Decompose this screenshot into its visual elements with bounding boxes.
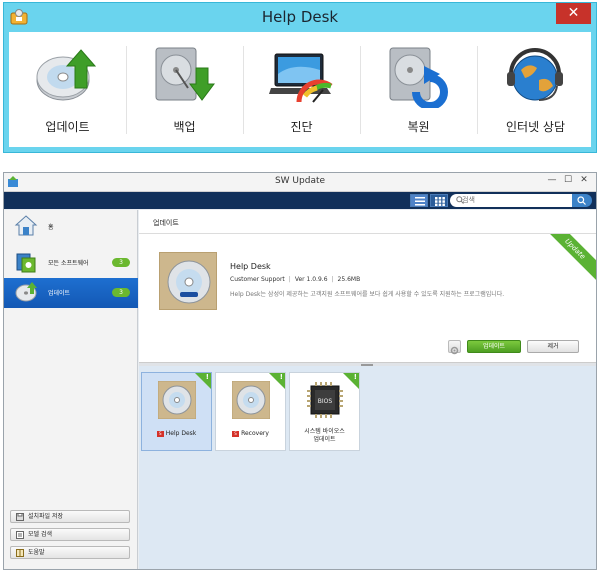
sidebar-item-update[interactable]: 업데이트 3 xyxy=(4,278,138,308)
software-card-bios[interactable]: BIOS ! 시스템 바이오스 업데이트 xyxy=(289,372,360,451)
maximize-button[interactable]: ☐ xyxy=(560,175,576,185)
laptop-gauge-icon xyxy=(269,53,333,103)
grid-view-icon xyxy=(435,197,445,206)
samsung-badge-icon: S xyxy=(232,430,240,437)
update-ribbon: Update xyxy=(538,234,596,286)
window-controls: — ☐ ✕ xyxy=(544,175,592,185)
remove-button[interactable]: 제거 xyxy=(527,340,579,353)
sw-update-window: SW Update — ☐ ✕ 검색 홈 모든 소프트웨어 3 업데이트 3 설… xyxy=(3,172,597,570)
helpdesk-tile-panel: 업데이트 백업 진단 복원 인터넷 상담 xyxy=(9,32,591,147)
tile-restore[interactable]: 복원 xyxy=(360,32,477,147)
sidebar-item-home[interactable]: 홈 xyxy=(4,212,138,242)
update-exclamation-icon: ! xyxy=(353,373,357,381)
card-caption: S Recovery xyxy=(216,430,285,438)
grid-view-button[interactable] xyxy=(430,194,448,207)
main-panel: 업데이트 Help Desk Customer Support | Ver 1.0.… xyxy=(139,210,596,569)
tile-diagnose-label: 진단 xyxy=(290,120,313,134)
file-size: 25.6MB xyxy=(337,276,361,283)
card-caption: 시스템 바이오스 업데이트 xyxy=(290,428,359,444)
software-box-icon xyxy=(16,253,36,273)
cd-icon xyxy=(167,260,211,304)
hdd-download-icon xyxy=(155,47,215,101)
sidebar-item-label: 모든 소프트웨어 xyxy=(48,260,89,267)
save-file-icon xyxy=(16,513,24,521)
update-button[interactable]: 업데이트 xyxy=(467,340,521,353)
home-icon xyxy=(14,215,38,236)
software-grid: ! S Help Desk ! S Recovery BIOS ! 시스템 바이… xyxy=(139,366,596,569)
disc-upload-icon xyxy=(36,49,97,101)
main-header-title: 업데이트 xyxy=(153,219,179,227)
hdd-restore-icon xyxy=(389,47,448,108)
sw-toolbar xyxy=(4,192,596,209)
helpdesk-close-button[interactable]: ✕ xyxy=(556,3,591,24)
cd-icon xyxy=(232,381,270,419)
tile-online-consult-label: 인터넷 상담 xyxy=(505,120,565,134)
save-installer-label: 설치파일 저장 xyxy=(28,513,64,520)
search-button[interactable] xyxy=(572,194,592,207)
tile-diagnose[interactable]: 진단 xyxy=(243,32,360,147)
card-label-line2: 업데이트 xyxy=(313,436,336,443)
main-header: 업데이트 xyxy=(139,210,596,234)
search-icon xyxy=(577,196,586,205)
list-view-icon xyxy=(415,197,425,206)
card-label-line1: 시스템 바이오스 xyxy=(304,428,345,435)
help-book-icon xyxy=(16,549,24,557)
update-exclamation-icon: ! xyxy=(279,373,283,381)
model-search-label: 모델 검색 xyxy=(28,531,52,538)
model-search-icon xyxy=(16,531,24,539)
software-name: Help Desk xyxy=(230,262,271,271)
software-meta: Customer Support | Ver 1.0.9.6 | 25.6MB xyxy=(230,276,360,283)
sidebar-item-all-software[interactable]: 모든 소프트웨어 3 xyxy=(4,248,138,278)
sidebar: 홈 모든 소프트웨어 3 업데이트 3 설치파일 저장 모델 검색 도움말 xyxy=(4,210,138,569)
help-label: 도움말 xyxy=(28,549,45,556)
card-caption: S Help Desk xyxy=(142,430,211,438)
meta-separator: | xyxy=(331,276,334,283)
globe-headset-icon xyxy=(507,48,563,101)
helpdesk-titlebar: Help Desk ✕ xyxy=(4,3,596,32)
search-input[interactable] xyxy=(450,194,572,207)
bios-chip-icon: BIOS xyxy=(307,382,343,418)
settings-button[interactable] xyxy=(448,340,461,355)
list-view-button[interactable] xyxy=(410,194,428,207)
version: Ver 1.0.9.6 xyxy=(294,276,328,283)
sidebar-item-label: 홈 xyxy=(48,224,54,231)
model-search-button[interactable]: 모델 검색 xyxy=(10,528,130,541)
meta-separator: | xyxy=(288,276,291,283)
card-label: Help Desk xyxy=(165,430,197,437)
publisher: Customer Support xyxy=(230,276,285,283)
helpdesk-title: Help Desk xyxy=(261,8,339,26)
count-badge: 3 xyxy=(112,288,130,297)
tile-backup-label: 백업 xyxy=(173,120,196,134)
software-card-helpdesk[interactable]: ! S Help Desk xyxy=(141,372,212,451)
samsung-badge-icon: S xyxy=(156,430,164,437)
software-card-recovery[interactable]: ! S Recovery xyxy=(215,372,286,451)
bios-chip-label: BIOS xyxy=(318,398,333,405)
tile-update[interactable]: 업데이트 xyxy=(9,32,126,147)
sw-update-title: SW Update xyxy=(274,176,326,186)
help-button[interactable]: 도움말 xyxy=(10,546,130,559)
search-field-icon xyxy=(456,196,464,204)
tile-update-label: 업데이트 xyxy=(45,120,90,134)
software-detail-panel: Help Desk Customer Support | Ver 1.0.9.6 | 2… xyxy=(139,234,596,362)
update-exclamation-icon: ! xyxy=(205,373,209,381)
gear-icon xyxy=(450,346,459,355)
software-description: Help Desk는 삼성이 제공하는 고객지원 소프트웨어를 보다 쉽게 사용… xyxy=(230,291,505,298)
software-thumbnail xyxy=(159,252,217,310)
card-label: Recovery xyxy=(241,430,269,437)
close-button[interactable]: ✕ xyxy=(576,175,592,185)
cd-icon xyxy=(158,381,196,419)
sidebar-item-label: 업데이트 xyxy=(48,290,71,297)
tile-backup[interactable]: 백업 xyxy=(126,32,243,147)
disc-update-icon xyxy=(15,282,37,302)
save-installer-button[interactable]: 설치파일 저장 xyxy=(10,510,130,523)
tile-restore-label: 복원 xyxy=(407,120,430,134)
helpdesk-window: Help Desk ✕ 업데이트 백업 진단 복원 인터넷 상담 xyxy=(3,2,597,153)
count-badge: 3 xyxy=(112,258,130,267)
tile-online-consult[interactable]: 인터넷 상담 xyxy=(477,32,594,147)
minimize-button[interactable]: — xyxy=(544,175,560,185)
sw-update-titlebar: SW Update — ☐ ✕ xyxy=(4,173,596,192)
